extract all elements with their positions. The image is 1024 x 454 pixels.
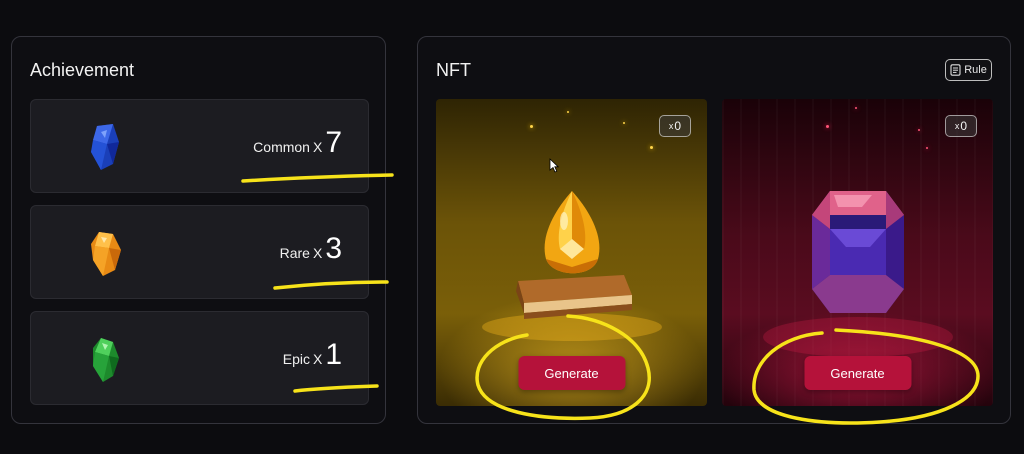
nft-card-gold[interactable]: x0 Generate — [436, 99, 707, 406]
nft-panel: NFT Rule x0 Generate x 0 Generate — [417, 36, 1011, 424]
achievement-panel: Achievement Common X 7 Rare X 3 Epic X 1 — [11, 36, 386, 424]
orange-gem-icon — [91, 232, 121, 276]
achievement-row-epic: Epic X 1 — [30, 311, 369, 405]
badge-count: 0 — [960, 119, 968, 133]
badge-multiplier: x — [954, 121, 960, 131]
blue-gem-icon — [91, 124, 119, 170]
nft-card-purple[interactable]: x0 Generate — [722, 99, 993, 406]
generate-button-purple[interactable]: Generate — [804, 356, 911, 390]
achievement-row-common: Common X 7 — [30, 99, 369, 193]
document-icon — [950, 64, 961, 76]
achievement-multiplier: X — [312, 245, 323, 261]
nft-count-badge: x0 — [659, 115, 691, 137]
achievement-multiplier: X — [312, 351, 323, 367]
badge-multiplier: x — [668, 121, 674, 131]
achievement-title: Achievement — [30, 60, 135, 80]
nft-count-badge: x0 — [945, 115, 977, 137]
achievement-name: Rare — [279, 245, 310, 261]
achievement-label-epic: Epic X 1 — [283, 340, 342, 370]
achievement-count: 7 — [325, 126, 342, 159]
green-gem-icon — [93, 338, 119, 382]
rule-button[interactable]: Rule — [945, 59, 992, 81]
rule-label: Rule — [964, 64, 987, 76]
mouse-cursor-icon — [549, 158, 559, 173]
achievement-name: Common — [253, 139, 310, 155]
badge-count: 0 — [674, 119, 682, 133]
achievement-label-common: Common X 7 — [253, 128, 342, 158]
achievement-count: 1 — [325, 338, 342, 371]
generate-button-gold[interactable]: Generate — [518, 356, 625, 390]
nft-title: NFT — [436, 60, 471, 80]
achievement-count: 3 — [325, 232, 342, 265]
achievement-row-rare: Rare X 3 — [30, 205, 369, 299]
achievement-multiplier: X — [312, 139, 323, 155]
achievement-label-rare: Rare X 3 — [280, 234, 342, 264]
achievement-name: Epic — [282, 351, 310, 367]
